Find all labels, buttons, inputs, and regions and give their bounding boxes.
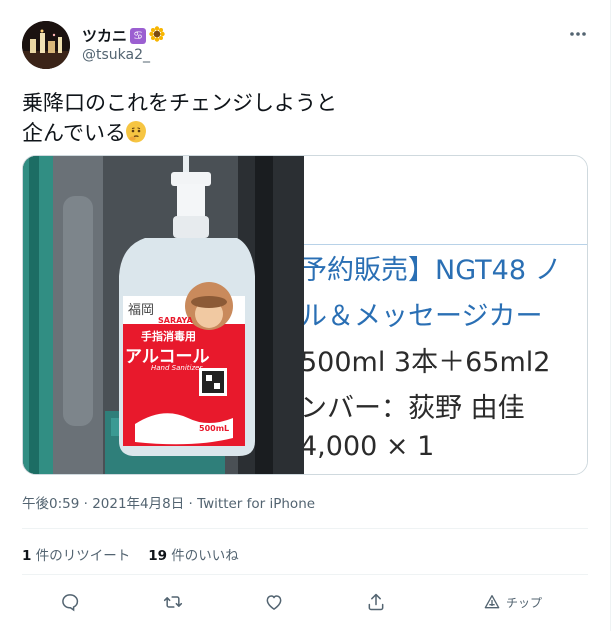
retweet-count: 1 xyxy=(22,548,32,564)
more-options-icon[interactable] xyxy=(568,24,588,44)
tweet-stats: 1 件のリツイート 19 件のいいね xyxy=(22,544,239,564)
tweet-text: 乗降口のこれをチェンジしようと 企んでいる xyxy=(22,88,582,148)
action-bar: チップ xyxy=(22,590,588,614)
retweet-icon xyxy=(163,596,183,608)
bottle-brand: SARAYA xyxy=(158,316,193,325)
tweet-timestamp[interactable]: 午後0:59 · 2021年4月8日 · Twitter for iPhone xyxy=(22,492,315,512)
thinking-face-icon xyxy=(125,121,146,143)
retweet-button[interactable] xyxy=(162,590,184,614)
share-icon xyxy=(368,593,384,611)
display-name-row[interactable]: ツカニ ♋ xyxy=(82,25,165,46)
tweet-media[interactable]: 福岡 SARAYA 手指消毒用 アルコール Hand Sanitizer 500… xyxy=(22,155,588,475)
heart-icon xyxy=(266,595,282,610)
avatar[interactable] xyxy=(22,21,70,69)
retweet-label: 件のリツイート xyxy=(35,548,131,564)
cancer-zodiac-icon: ♋ xyxy=(130,27,147,44)
media-photo-screenshot[interactable]: 予約販売】NGT48 ノ ル＆メッセージカー 500ml 3本＋65ml2 ンバ… xyxy=(304,156,587,474)
like-button[interactable] xyxy=(264,590,284,614)
like-label: 件のいいね xyxy=(171,548,239,564)
divider xyxy=(22,528,588,529)
screenshot-line-5: 4,000 × 1 xyxy=(304,431,435,462)
display-name[interactable]: ツカニ xyxy=(82,25,127,46)
tweet-card: ツカニ ♋ @tsuka2_ 乗降口のこれをチェンジしようと 企んでいる 福岡 … xyxy=(0,0,611,631)
screenshot-line-3: 500ml 3本＋65ml2 xyxy=(304,347,551,378)
sunflower-icon xyxy=(149,25,165,46)
tweet-body: 乗降口のこれをチェンジしようと 企んでいる xyxy=(22,91,337,145)
like-count: 19 xyxy=(148,548,167,564)
bottle-subtitle: Hand Sanitizer xyxy=(151,364,203,372)
media-photo-sanitizer[interactable]: 福岡 SARAYA 手指消毒用 アルコール Hand Sanitizer 500… xyxy=(23,156,304,474)
user-handle[interactable]: @tsuka2_ xyxy=(82,47,150,63)
screenshot-line-1: 予約販売】NGT48 ノ xyxy=(304,255,562,286)
divider xyxy=(22,574,588,575)
prefecture-label: 福岡 xyxy=(128,303,155,318)
screenshot-line-4: ンバー：荻野 由佳 xyxy=(304,393,525,424)
tip-icon xyxy=(484,595,500,609)
reply-icon xyxy=(62,594,79,612)
tip-label: チップ xyxy=(506,595,543,610)
bottle-volume: 500mL xyxy=(199,424,230,433)
screenshot-line-2: ル＆メッセージカー xyxy=(304,301,543,332)
like-stat[interactable]: 19 件のいいね xyxy=(148,544,239,564)
retweet-stat[interactable]: 1 件のリツイート xyxy=(22,544,130,564)
screenshot-divider xyxy=(304,244,587,245)
tip-button[interactable]: チップ xyxy=(484,590,542,614)
share-button[interactable] xyxy=(366,590,386,614)
reply-button[interactable] xyxy=(60,590,80,614)
